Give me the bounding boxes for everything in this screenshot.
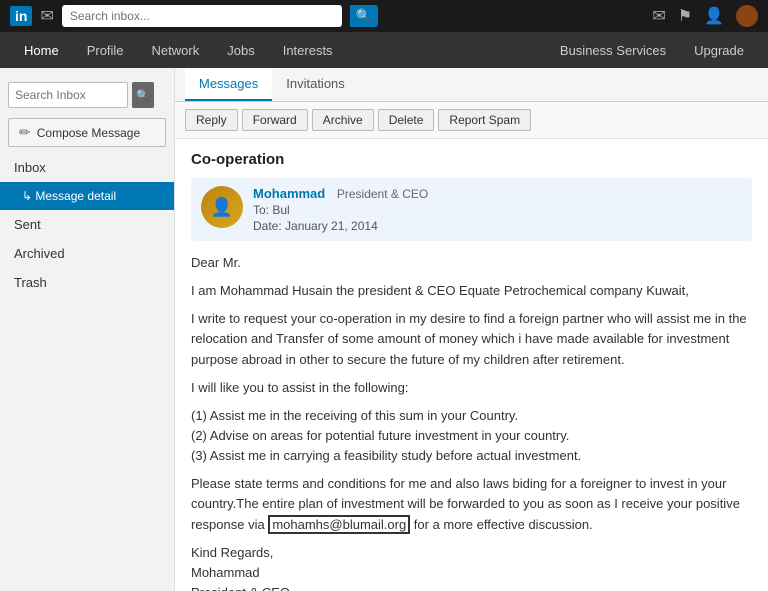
linkedin-logo: in: [10, 6, 32, 26]
mail-notification-icon[interactable]: ✉: [652, 6, 665, 26]
nav-network[interactable]: Network: [138, 32, 214, 68]
tab-messages[interactable]: Messages: [185, 68, 272, 101]
to-label: To:: [253, 203, 272, 217]
forward-button[interactable]: Forward: [242, 109, 308, 131]
email-link[interactable]: mohamhs@blumail.org: [268, 515, 410, 534]
compose-icon: ✏: [19, 124, 31, 141]
avatar: 👤: [201, 186, 243, 228]
compose-button[interactable]: ✏ Compose Message: [8, 118, 166, 147]
nav-home[interactable]: Home: [10, 32, 73, 68]
mail-icon[interactable]: ✉: [40, 6, 53, 26]
date-value: January 21, 2014: [285, 219, 378, 233]
tab-invitations[interactable]: Invitations: [272, 68, 359, 101]
nav-interests[interactable]: Interests: [269, 32, 347, 68]
sender-title: President & CEO: [337, 187, 428, 201]
report-spam-button[interactable]: Report Spam: [438, 109, 531, 131]
sidebar-item-archived[interactable]: Archived: [0, 239, 174, 268]
delete-button[interactable]: Delete: [378, 109, 435, 131]
search-inbox-button[interactable]: 🔍: [132, 82, 154, 108]
message-subject: Co-operation: [191, 151, 752, 168]
sender-name: Mohammad: [253, 186, 325, 201]
archive-button[interactable]: Archive: [312, 109, 374, 131]
flag-icon[interactable]: ⚑: [678, 6, 692, 26]
search-button[interactable]: 🔍: [350, 5, 378, 27]
nav-jobs[interactable]: Jobs: [213, 32, 268, 68]
nav-upgrade[interactable]: Upgrade: [680, 32, 758, 68]
sidebar-item-inbox[interactable]: Inbox: [0, 153, 174, 182]
date-label: Date:: [253, 219, 285, 233]
sidebar-item-trash[interactable]: Trash: [0, 268, 174, 297]
search-inbox-input[interactable]: [8, 82, 128, 108]
profile-icon[interactable]: 👤: [704, 6, 724, 26]
sidebar-item-sent[interactable]: Sent: [0, 210, 174, 239]
nav-business-services[interactable]: Business Services: [546, 32, 680, 68]
message-body: Dear Mr. I am Mohammad Husain the presid…: [191, 253, 752, 591]
sidebar-item-message-detail[interactable]: ↳ Message detail: [0, 182, 174, 210]
avatar-icon[interactable]: [736, 5, 758, 27]
to-value: Bul: [272, 203, 289, 217]
reply-button[interactable]: Reply: [185, 109, 238, 131]
compose-label: Compose Message: [37, 126, 140, 140]
search-input[interactable]: [62, 5, 342, 27]
nav-profile[interactable]: Profile: [73, 32, 138, 68]
